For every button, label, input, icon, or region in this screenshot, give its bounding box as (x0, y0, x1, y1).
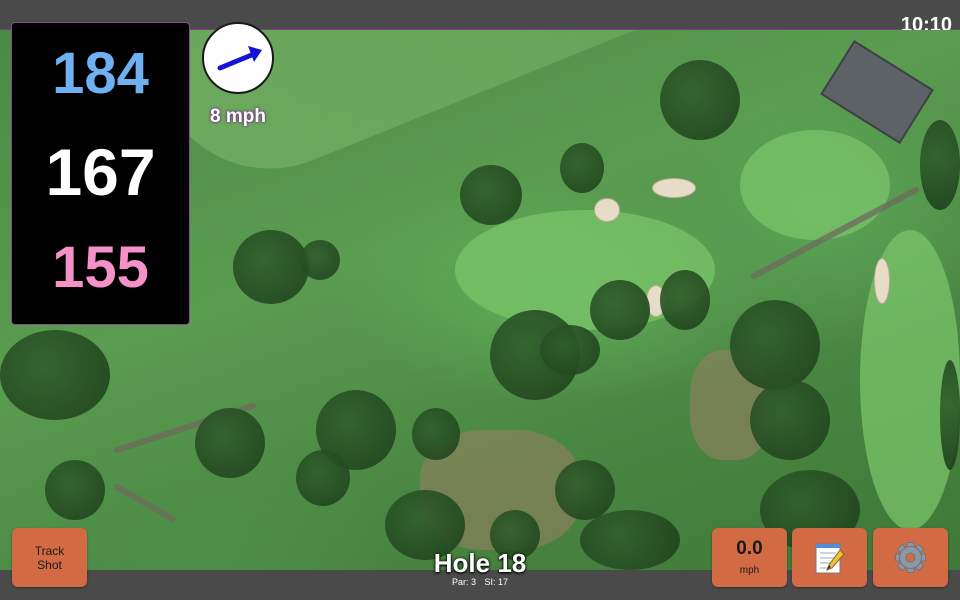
tree (580, 510, 680, 570)
green (740, 130, 890, 240)
tree (730, 300, 820, 390)
notepad-icon (815, 543, 845, 574)
settings-button[interactable] (873, 528, 948, 587)
speed-value: 0.0 (736, 538, 763, 559)
arrow-icon (217, 46, 262, 71)
tree (750, 380, 830, 460)
tree (920, 120, 960, 210)
bunker (652, 178, 696, 198)
wind-indicator (202, 22, 274, 94)
bunker (874, 258, 890, 304)
hole-meta: Par: 3 SI: 17 (380, 577, 580, 587)
clubhouse (820, 39, 934, 145)
speed-unit: mph (739, 565, 760, 576)
tree (412, 408, 460, 460)
middle-yardage: 167 (45, 135, 156, 209)
hole-stroke-index: SI: 17 (484, 577, 509, 587)
front-yardage: 155 (52, 235, 149, 300)
back-yardage: 184 (52, 41, 149, 106)
speed-button[interactable]: 0.0 mph (712, 528, 787, 587)
tree (0, 330, 110, 420)
tree (460, 165, 522, 225)
track-shot-label-line1: Track (34, 543, 65, 558)
tree (233, 230, 309, 304)
tree (555, 460, 615, 520)
track-shot-label-line2: Shot (37, 557, 62, 572)
hole-par: Par: 3 (451, 577, 476, 587)
tree (45, 460, 105, 520)
tree (195, 408, 265, 478)
tree (940, 360, 960, 470)
hole-title: Hole 18 (433, 548, 527, 578)
tree (300, 240, 340, 280)
notes-button[interactable] (792, 528, 867, 587)
yardage-panel: 184 167 155 (11, 22, 190, 325)
bunker (594, 198, 620, 222)
track-shot-button[interactable]: Track Shot (12, 528, 87, 587)
cart-path (113, 482, 177, 524)
tree (660, 270, 710, 330)
tree (560, 143, 604, 193)
tree (660, 60, 740, 140)
tree (590, 280, 650, 340)
wind-speed: 8 mph (210, 106, 266, 127)
tree (540, 325, 600, 375)
gear-icon (895, 542, 926, 573)
tree (296, 450, 350, 506)
